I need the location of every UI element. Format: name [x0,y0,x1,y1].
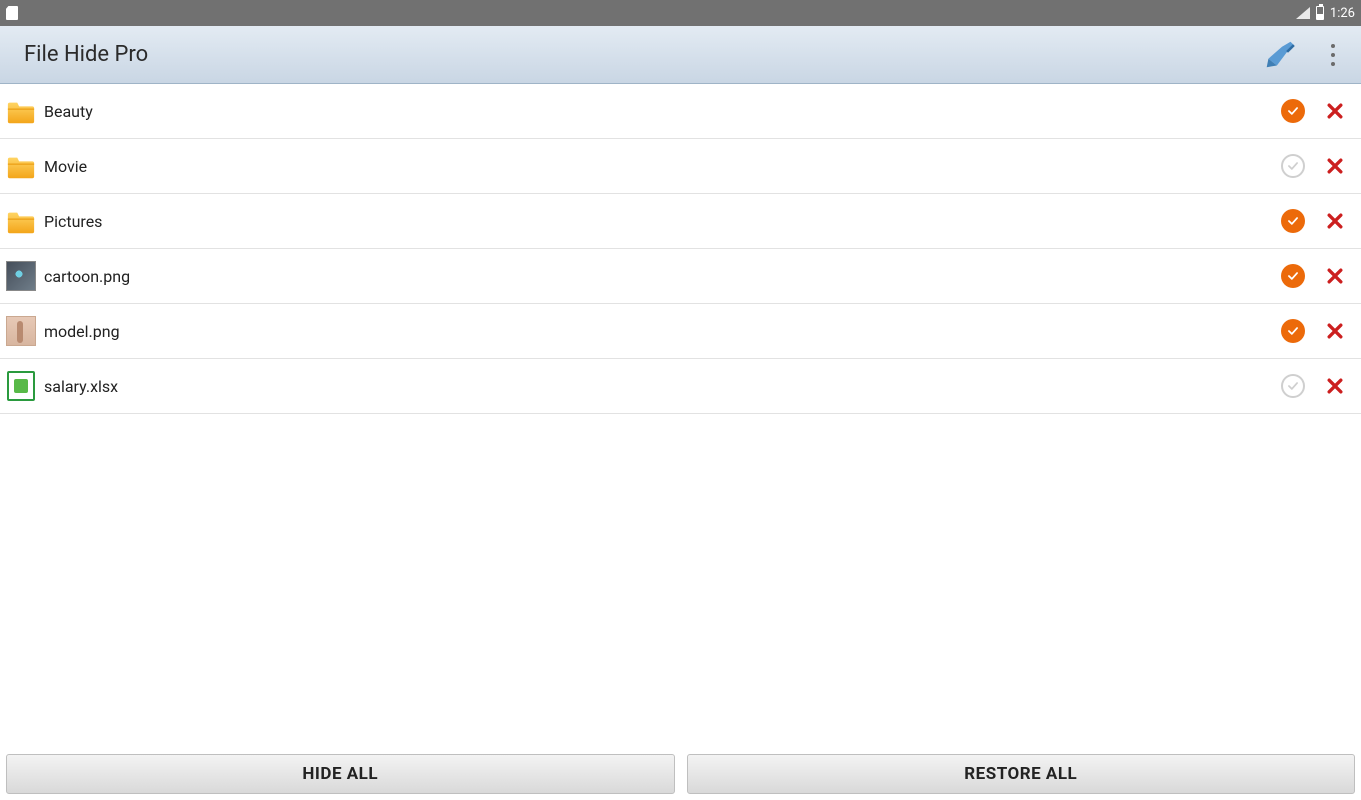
folder-icon [6,151,36,181]
signal-icon [1296,7,1310,19]
list-item[interactable]: Beauty [0,84,1361,139]
status-toggle[interactable] [1281,99,1305,123]
delete-button[interactable] [1323,154,1347,178]
clock: 1:26 [1330,6,1355,21]
delete-button[interactable] [1323,99,1347,123]
file-name: Pictures [44,212,1281,231]
folder-icon [6,206,36,236]
status-toggle[interactable] [1281,154,1305,178]
bottom-bar: HIDE ALL RESTORE ALL [0,748,1361,800]
list-item[interactable]: salary.xlsx [0,359,1361,414]
file-name: model.png [44,322,1281,341]
xlsx-icon [6,371,36,401]
cartoon-icon [6,261,36,291]
app-bar: File Hide Pro [0,26,1361,84]
list-item[interactable]: cartoon.png [0,249,1361,304]
clean-icon[interactable] [1265,40,1299,70]
file-name: Beauty [44,102,1281,121]
delete-button[interactable] [1323,319,1347,343]
folder-icon [6,96,36,126]
delete-button[interactable] [1323,374,1347,398]
list-item[interactable]: Movie [0,139,1361,194]
status-toggle[interactable] [1281,264,1305,288]
restore-all-button[interactable]: RESTORE ALL [687,754,1356,794]
sdcard-icon [6,6,18,20]
status-bar: 1:26 [0,0,1361,26]
list-item[interactable]: model.png [0,304,1361,359]
battery-icon [1316,6,1324,20]
status-toggle[interactable] [1281,209,1305,233]
model-icon [6,316,36,346]
status-toggle[interactable] [1281,319,1305,343]
app-title: File Hide Pro [24,42,148,67]
delete-button[interactable] [1323,209,1347,233]
delete-button[interactable] [1323,264,1347,288]
overflow-menu-icon[interactable] [1323,44,1343,66]
file-name: Movie [44,157,1281,176]
file-name: salary.xlsx [44,377,1281,396]
status-toggle[interactable] [1281,374,1305,398]
hide-all-button[interactable]: HIDE ALL [6,754,675,794]
list-item[interactable]: Pictures [0,194,1361,249]
file-list: Beauty Movie Pictures cartoon.png model.png s… [0,84,1361,414]
file-name: cartoon.png [44,267,1281,286]
